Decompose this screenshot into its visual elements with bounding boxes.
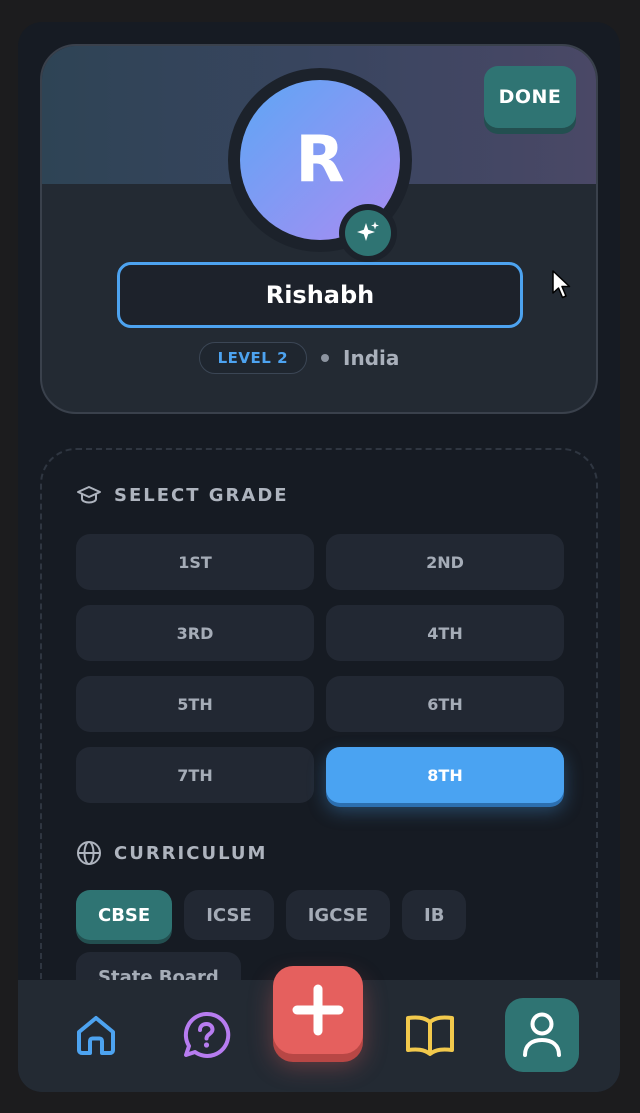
country-label: India [343, 346, 400, 370]
separator-dot [321, 354, 330, 362]
sparkle-icon [357, 221, 379, 241]
add-button[interactable] [273, 966, 363, 1054]
profile-meta: LEVEL 2 India [42, 342, 596, 374]
globe-icon [77, 841, 101, 865]
name-input[interactable] [117, 262, 523, 328]
level-badge: LEVEL 2 [198, 342, 308, 374]
grade-option-5th[interactable]: 5TH [76, 676, 314, 732]
curriculum-option-cbse[interactable]: CBSE [76, 890, 173, 940]
profile-card: DONE R LEVEL 2 India [40, 44, 598, 414]
mouse-pointer-icon [552, 270, 571, 299]
nav-profile[interactable] [505, 998, 579, 1072]
curriculum-option-igcse[interactable]: IGCSE [285, 890, 390, 940]
curriculum-option-icse[interactable]: ICSE [184, 890, 274, 940]
book-icon [406, 1015, 454, 1056]
nav-help[interactable] [169, 998, 243, 1072]
grade-option-1st[interactable]: 1ST [76, 534, 314, 590]
grade-option-3rd[interactable]: 3RD [76, 605, 314, 661]
grade-option-4th[interactable]: 4TH [326, 605, 564, 661]
curriculum-option-ib[interactable]: IB [402, 890, 467, 940]
help-chat-icon [183, 1011, 231, 1058]
edit-avatar-button[interactable] [339, 204, 397, 262]
done-button[interactable]: DONE [484, 66, 576, 128]
grade-grid: 1ST 2ND 3RD 4TH 5TH 6TH 7TH 8TH [76, 534, 564, 803]
user-icon [523, 1012, 561, 1057]
grade-option-7th[interactable]: 7TH [76, 747, 314, 803]
home-icon [77, 1016, 115, 1055]
curriculum-section-title: CURRICULUM [114, 842, 268, 864]
grade-option-8th[interactable]: 8TH [326, 747, 564, 803]
app-screen: DONE R LEVEL 2 India SELECT GRADE [18, 22, 620, 1092]
nav-home[interactable] [59, 998, 133, 1072]
grade-section-header: SELECT GRADE [76, 484, 289, 506]
nav-library[interactable] [393, 998, 467, 1072]
grade-section-title: SELECT GRADE [114, 484, 289, 506]
add-icon [292, 984, 344, 1036]
graduation-cap-icon [77, 486, 101, 504]
grade-option-2nd[interactable]: 2ND [326, 534, 564, 590]
grade-option-6th[interactable]: 6TH [326, 676, 564, 732]
curriculum-section-header: CURRICULUM [76, 840, 267, 866]
